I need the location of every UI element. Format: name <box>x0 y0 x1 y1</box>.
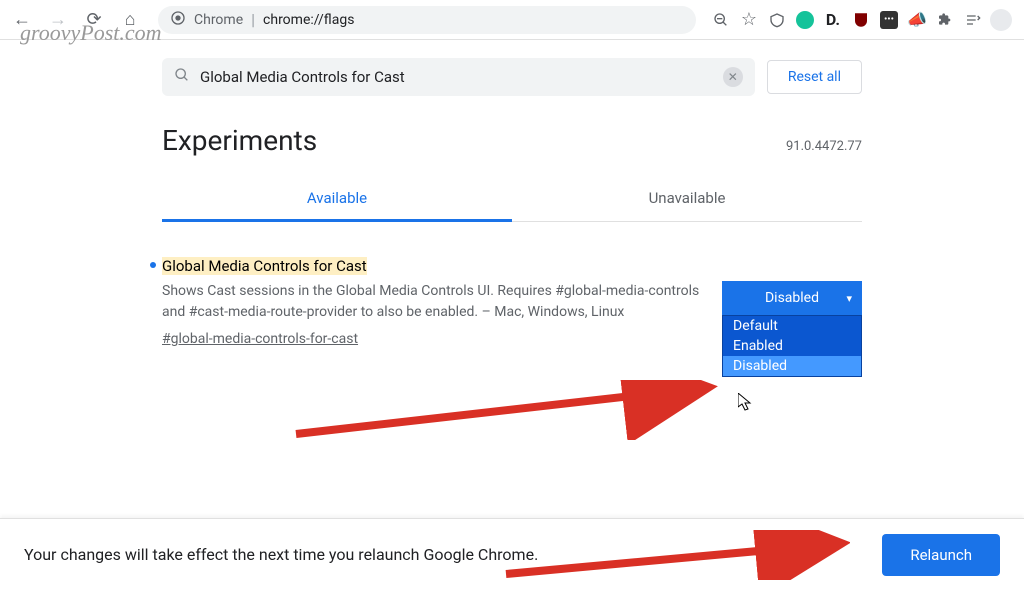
url-path: chrome://flags <box>263 12 354 28</box>
flag-hash-link[interactable]: #global-media-controls-for-cast <box>162 331 358 347</box>
option-default[interactable]: Default <box>723 316 861 336</box>
ublock-icon[interactable] <box>850 9 872 31</box>
lastpass-icon[interactable]: ••• <box>878 9 900 31</box>
tabs: Available Unavailable <box>162 177 862 222</box>
content-area: ✕ Reset all Experiments 91.0.4472.77 Ava… <box>0 40 1024 518</box>
toolbar-right: ☆ D. ••• 📣 <box>710 9 1016 31</box>
grammarly-icon[interactable] <box>794 9 816 31</box>
search-box[interactable]: ✕ <box>162 58 755 96</box>
flag-entry: Global Media Controls for Cast Shows Cas… <box>162 256 862 407</box>
home-button[interactable]: ⌂ <box>116 6 144 34</box>
chevron-down-icon: ▾ <box>846 292 852 305</box>
chrome-icon <box>170 10 186 30</box>
version-label: 91.0.4472.77 <box>786 139 862 154</box>
zoom-icon[interactable] <box>710 9 732 31</box>
flag-options-dropdown: Default Enabled Disabled <box>722 315 862 377</box>
modified-dot-icon <box>150 262 156 268</box>
flag-title: Global Media Controls for Cast <box>162 257 367 275</box>
page-title: Experiments <box>162 124 317 157</box>
pocket-icon[interactable] <box>766 9 788 31</box>
extensions-icon[interactable] <box>934 9 956 31</box>
search-input[interactable] <box>200 68 713 86</box>
flag-description: Shows Cast sessions in the Global Media … <box>162 281 702 323</box>
tab-available[interactable]: Available <box>162 177 512 222</box>
flag-select-wrap: Disabled ▾ Default Enabled Disabled <box>722 281 862 347</box>
profile-avatar[interactable] <box>990 9 1012 31</box>
header-row: Experiments 91.0.4472.77 <box>162 124 862 157</box>
relaunch-message: Your changes will take effect the next t… <box>24 545 538 564</box>
relaunch-button[interactable]: Relaunch <box>882 534 1000 576</box>
dictionary-icon[interactable]: D. <box>822 9 844 31</box>
tab-unavailable[interactable]: Unavailable <box>512 177 862 221</box>
clear-search-icon[interactable]: ✕ <box>723 67 743 87</box>
reset-all-button[interactable]: Reset all <box>767 60 862 94</box>
back-button[interactable]: ← <box>8 6 36 34</box>
search-row: ✕ Reset all <box>162 50 862 114</box>
reading-list-icon[interactable] <box>962 9 984 31</box>
campaign-icon[interactable]: 📣 <box>906 9 928 31</box>
url-host: Chrome <box>194 12 243 28</box>
forward-button[interactable]: → <box>44 6 72 34</box>
flag-state-select[interactable]: Disabled ▾ <box>722 281 862 315</box>
option-disabled[interactable]: Disabled <box>723 356 861 376</box>
option-enabled[interactable]: Enabled <box>723 336 861 356</box>
reload-button[interactable]: ⟳ <box>80 6 108 34</box>
star-icon[interactable]: ☆ <box>738 9 760 31</box>
browser-toolbar: ← → ⟳ ⌂ Chrome | chrome://flags ☆ D. •••… <box>0 0 1024 40</box>
search-icon <box>174 67 190 87</box>
url-bar[interactable]: Chrome | chrome://flags <box>158 6 696 34</box>
relaunch-bar: Your changes will take effect the next t… <box>0 518 1024 590</box>
select-value: Disabled <box>765 290 819 306</box>
